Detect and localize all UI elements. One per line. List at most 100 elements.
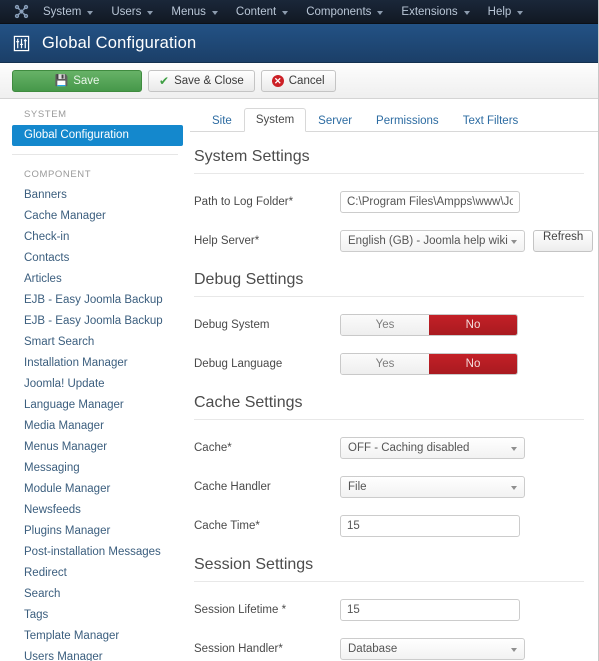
- sidebar-item-banners[interactable]: Banners: [0, 185, 190, 206]
- required-marker: *: [227, 442, 232, 454]
- required-marker: *: [281, 604, 287, 616]
- sidebar-item-global-configuration[interactable]: Global Configuration: [12, 125, 183, 146]
- field-row-session-handler: Session Handler* Database: [194, 638, 584, 660]
- topnav-label: System: [43, 5, 82, 18]
- disk-icon: 💾: [54, 75, 69, 87]
- sidebar-item-installation-manager[interactable]: Installation Manager: [0, 353, 190, 374]
- sidebar-item-post-installation-messages[interactable]: Post-installation Messages: [0, 542, 190, 563]
- chevron-down-icon: [511, 486, 517, 490]
- debug-system-yes-option[interactable]: Yes: [341, 315, 429, 335]
- save-button[interactable]: 💾 Save: [12, 69, 142, 92]
- session-handler-select[interactable]: Database: [340, 638, 525, 660]
- tab-permissions[interactable]: Permissions: [364, 109, 451, 132]
- topnav-item-extensions[interactable]: Extensions: [392, 0, 478, 24]
- sidebar-item-menus-manager[interactable]: Menus Manager: [0, 437, 190, 458]
- label-session-lifetime: Session Lifetime *: [194, 603, 340, 617]
- joomla-logo-icon[interactable]: [8, 4, 34, 19]
- sidebar-item-articles[interactable]: Articles: [0, 269, 190, 290]
- chevron-down-icon: [511, 240, 517, 244]
- topnav-label: Extensions: [401, 5, 458, 18]
- sidebar-item-plugins-manager[interactable]: Plugins Manager: [0, 521, 190, 542]
- sidebar-item-template-manager[interactable]: Template Manager: [0, 626, 190, 647]
- topnav-item-components[interactable]: Components: [297, 0, 392, 24]
- content-area: SYSTEM Global Configuration COMPONENT Ba…: [0, 99, 598, 661]
- save-and-close-button[interactable]: ✔ Save & Close: [148, 69, 255, 92]
- sidebar-item-media-manager[interactable]: Media Manager: [0, 416, 190, 437]
- label-text: Session Lifetime: [194, 604, 279, 616]
- topnav-item-content[interactable]: Content: [227, 0, 297, 24]
- sidebar-item-easy-joomla-backup-1[interactable]: EJB - Easy Joomla Backup: [0, 290, 190, 311]
- sidebar-item-label: Messaging: [24, 462, 80, 474]
- refresh-button[interactable]: Refresh: [533, 230, 594, 252]
- debug-language-yes-option[interactable]: Yes: [341, 354, 429, 374]
- system-tab-pane: System Settings Path to Log Folder* Help…: [190, 147, 598, 660]
- section-title-cache-settings: Cache Settings: [194, 393, 584, 420]
- path-to-log-folder-input[interactable]: [340, 191, 520, 213]
- sidebar-item-label: Plugins Manager: [24, 525, 111, 537]
- sidebar-item-label: Check-in: [24, 231, 70, 243]
- sidebar-item-joomla-update[interactable]: Joomla! Update: [0, 374, 190, 395]
- tab-server[interactable]: Server: [306, 109, 364, 132]
- sidebar-item-easy-joomla-backup-2[interactable]: EJB - Easy Joomla Backup: [0, 311, 190, 332]
- chevron-down-icon: [147, 10, 154, 15]
- sidebar-item-language-manager[interactable]: Language Manager: [0, 395, 190, 416]
- label-session-handler: Session Handler*: [194, 642, 340, 656]
- topnav-item-users[interactable]: Users: [102, 0, 162, 24]
- chevron-down-icon: [377, 10, 384, 15]
- session-lifetime-input[interactable]: [340, 599, 520, 621]
- debug-system-no-option[interactable]: No: [429, 315, 517, 335]
- cache-handler-selected-value: File: [348, 481, 367, 493]
- debug-language-no-option[interactable]: No: [429, 354, 517, 374]
- topnav-item-system[interactable]: System: [34, 0, 102, 24]
- tab-site[interactable]: Site: [200, 109, 244, 132]
- sidebar-item-contacts[interactable]: Contacts: [0, 248, 190, 269]
- label-cache-time: Cache Time*: [194, 519, 340, 533]
- sidebar-item-label: Contacts: [24, 252, 70, 264]
- topnav-item-help[interactable]: Help: [479, 0, 533, 24]
- debug-system-toggle[interactable]: Yes No: [340, 314, 518, 336]
- tab-system[interactable]: System: [243, 108, 307, 132]
- sidebar-item-messaging[interactable]: Messaging: [0, 458, 190, 479]
- sidebar-item-label: Articles: [24, 273, 62, 285]
- save-and-close-label: Save & Close: [174, 74, 244, 87]
- cache-handler-select[interactable]: File: [340, 476, 525, 498]
- cache-select[interactable]: OFF - Caching disabled: [340, 437, 525, 459]
- required-marker: *: [288, 196, 294, 208]
- label-text: Help Server: [194, 235, 255, 247]
- sidebar-item-smart-search[interactable]: Smart Search: [0, 332, 190, 353]
- sidebar-item-tags[interactable]: Tags: [0, 605, 190, 626]
- help-server-selected-value: English (GB) - Joomla help wiki: [348, 235, 508, 247]
- close-circle-icon: ✕: [271, 74, 284, 87]
- field-row-debug-system: Debug System Yes No: [194, 314, 584, 336]
- sidebar-item-module-manager[interactable]: Module Manager: [0, 479, 190, 500]
- required-marker: *: [254, 235, 260, 247]
- debug-language-toggle[interactable]: Yes No: [340, 353, 518, 375]
- sidebar-item-redirect[interactable]: Redirect: [0, 563, 190, 584]
- label-path-to-log-folder: Path to Log Folder*: [194, 195, 340, 209]
- sidebar-item-check-in[interactable]: Check-in: [0, 227, 190, 248]
- chevron-down-icon: [87, 10, 94, 15]
- chevron-down-icon: [517, 10, 524, 15]
- sidebar-item-newsfeeds[interactable]: Newsfeeds: [0, 500, 190, 521]
- sidebar-item-label: EJB - Easy Joomla Backup: [24, 294, 163, 306]
- sidebar-item-label: Global Configuration: [24, 129, 129, 141]
- sidebar-item-search[interactable]: Search: [0, 584, 190, 605]
- label-help-server: Help Server*: [194, 234, 340, 248]
- sidebar-item-label: Cache Manager: [24, 210, 106, 222]
- sidebar-item-users-manager[interactable]: Users Manager: [0, 647, 190, 661]
- cancel-button[interactable]: ✕ Cancel: [260, 69, 336, 92]
- sidebar-item-label: Menus Manager: [24, 441, 108, 453]
- sidebar-item-cache-manager[interactable]: Cache Manager: [0, 206, 190, 227]
- sliders-icon: [10, 32, 32, 54]
- tab-text-filters[interactable]: Text Filters: [451, 109, 531, 132]
- section-title-session-settings: Session Settings: [194, 555, 584, 582]
- topnav-item-menus[interactable]: Menus: [162, 0, 227, 24]
- topnav-label: Users: [111, 5, 142, 18]
- tab-label: Site: [212, 115, 232, 127]
- topnav-label: Components: [306, 5, 372, 18]
- sidebar-item-label: Installation Manager: [24, 357, 128, 369]
- sidebar-item-label: Module Manager: [24, 483, 111, 495]
- required-marker: *: [255, 520, 260, 532]
- help-server-select[interactable]: English (GB) - Joomla help wiki: [340, 230, 525, 252]
- cache-time-input[interactable]: [340, 515, 520, 537]
